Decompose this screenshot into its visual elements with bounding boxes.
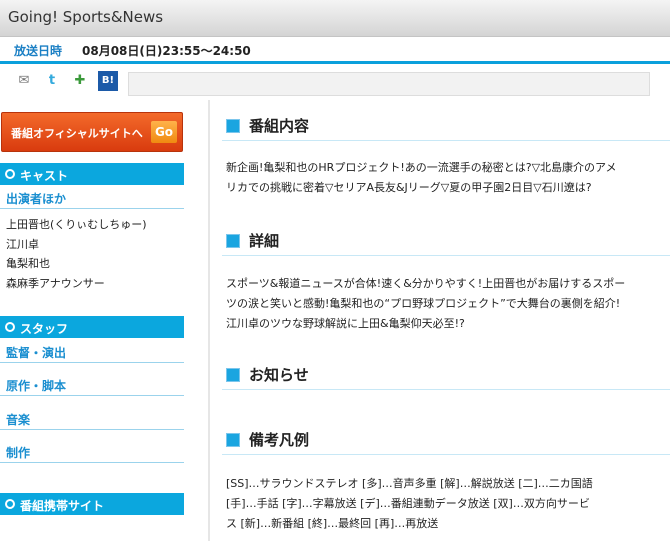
- official-site-label: 番組オフィシャルサイトへ: [11, 127, 143, 140]
- air-date-value: 08月08日(日)23:55～24:50: [82, 44, 251, 58]
- hatena-bookmark-icon[interactable]: B!: [98, 71, 118, 91]
- cast-member: 江川卓: [6, 238, 39, 251]
- circle-icon: [5, 499, 15, 509]
- circle-icon: [5, 322, 15, 332]
- square-bullet-icon: [226, 119, 240, 133]
- sidebar: 番組オフィシャルサイトへ Go キャスト 出演者ほか 上田晋也(くりぃむしちゅー…: [0, 108, 186, 541]
- notice-heading: お知らせ: [222, 359, 670, 390]
- page-title: Going! Sports&News: [8, 8, 164, 26]
- square-bullet-icon: [226, 234, 240, 248]
- twitter-icon[interactable]: t: [42, 71, 62, 91]
- go-button[interactable]: Go: [151, 121, 177, 143]
- page-title-bar: Going! Sports&News: [0, 0, 670, 37]
- cast-sub-link[interactable]: 出演者ほか: [0, 188, 184, 209]
- share-box: [128, 72, 650, 96]
- share-bar: ✉ t ✚ B!: [0, 64, 670, 98]
- cast-member: 上田晋也(くりぃむしちゅー): [6, 218, 147, 231]
- legend-heading: 備考凡例: [222, 424, 670, 455]
- content-text: 新企画!亀梨和也のHRプロジェクト!あの一流選手の秘密とは?▽北島康介のアメ リ…: [226, 161, 617, 194]
- cast-header: キャスト: [0, 163, 184, 185]
- mobile-site-header[interactable]: 番組携帯サイト: [0, 493, 184, 515]
- mail-icon[interactable]: ✉: [14, 71, 34, 91]
- circle-icon: [5, 169, 15, 179]
- staff-item-writer[interactable]: 原作・脚本: [0, 375, 184, 396]
- square-bullet-icon: [226, 433, 240, 447]
- detail-text: スポーツ&報道ニュースが合体!速く&分かりやすく!上田晋也がお届けするスポー ツ…: [226, 277, 626, 330]
- square-bullet-icon: [226, 368, 240, 382]
- cast-member: 森麻季アナウンサー: [6, 277, 105, 290]
- official-site-button[interactable]: 番組オフィシャルサイトへ Go: [1, 112, 183, 152]
- legend-text: [SS]…サラウンドステレオ [多]…音声多重 [解]…解説放送 [二]…二カ国…: [226, 477, 593, 530]
- google-icon[interactable]: ✚: [70, 71, 90, 91]
- staff-header: スタッフ: [0, 316, 184, 338]
- main-content: 番組内容 新企画!亀梨和也のHRプロジェクト!あの一流選手の秘密とは?▽北島康介…: [210, 100, 670, 541]
- staff-item-music[interactable]: 音楽: [0, 409, 184, 430]
- air-date-label: 放送日時: [14, 44, 63, 58]
- detail-heading: 詳細: [222, 225, 670, 256]
- staff-item-production[interactable]: 制作: [0, 442, 184, 463]
- content-heading: 番組内容: [222, 110, 670, 141]
- cast-member: 亀梨和也: [6, 257, 50, 270]
- staff-item-director[interactable]: 監督・演出: [0, 342, 184, 363]
- air-date-bar: 放送日時 08月08日(日)23:55～24:50: [0, 37, 670, 64]
